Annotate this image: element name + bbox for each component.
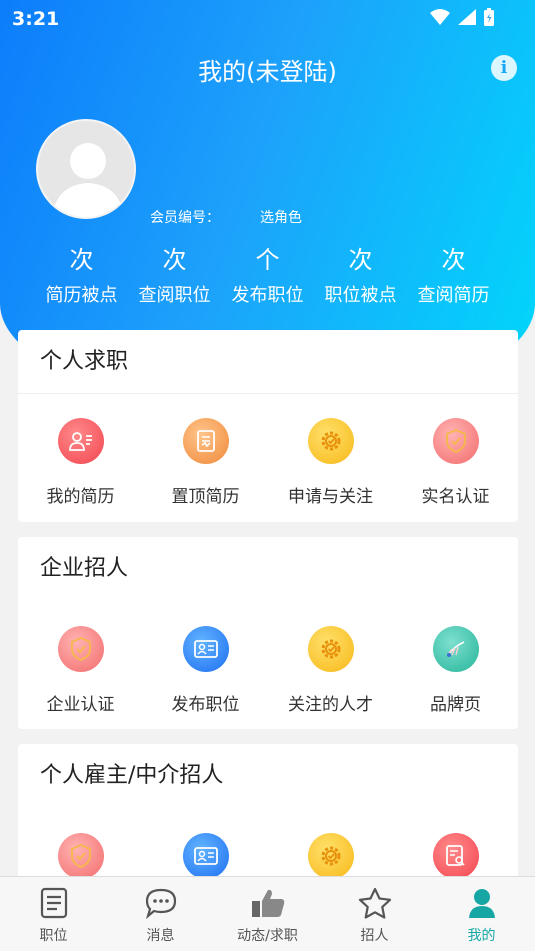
item-label: 品牌页 bbox=[430, 695, 481, 715]
stat-unit: 次 bbox=[348, 246, 373, 274]
item-label: 置顶简历 bbox=[171, 487, 240, 507]
post-job-button[interactable]: 发布职位 bbox=[143, 626, 268, 715]
stat-label: 简历被点 bbox=[45, 285, 118, 306]
applications-follows-button[interactable]: 申请与关注 bbox=[268, 418, 393, 507]
star-icon bbox=[358, 887, 391, 919]
page-title: 我的(未登陆) bbox=[198, 58, 337, 86]
resume-icon bbox=[57, 418, 104, 464]
grid-item[interactable] bbox=[18, 833, 143, 879]
shield-icon bbox=[57, 626, 104, 672]
divider bbox=[18, 393, 518, 394]
default-avatar-icon bbox=[52, 143, 124, 217]
grid-item[interactable] bbox=[143, 833, 268, 879]
nav-label: 消息 bbox=[146, 928, 175, 944]
nav-label: 职位 bbox=[39, 928, 68, 944]
nav-messages[interactable]: 消息 bbox=[107, 877, 214, 951]
nav-label: 招人 bbox=[360, 928, 389, 944]
wifi-icon bbox=[430, 9, 450, 25]
nav-mine[interactable]: 我的 bbox=[428, 877, 535, 951]
section-title: 个人雇主/中介招人 bbox=[40, 763, 224, 788]
status-icons bbox=[429, 7, 495, 27]
section-company-hiring: 企业招人 企业认证 发布职位 关注的人才 品牌页 bbox=[18, 537, 518, 729]
my-resume-button[interactable]: 我的简历 bbox=[18, 418, 143, 507]
stat-posted-jobs[interactable]: 个 发布职位 bbox=[221, 243, 314, 307]
stat-label: 查阅简历 bbox=[417, 285, 490, 306]
stat-viewed-resumes[interactable]: 次 查阅简历 bbox=[407, 243, 500, 307]
thumbs-up-icon bbox=[251, 889, 284, 917]
stat-unit: 次 bbox=[69, 246, 94, 274]
item-label: 发布职位 bbox=[171, 695, 240, 715]
followed-talent-button[interactable]: 关注的人才 bbox=[268, 626, 393, 715]
stat-label: 发布职位 bbox=[231, 285, 304, 306]
nav-hire[interactable]: 招人 bbox=[321, 877, 428, 951]
id-card-icon bbox=[182, 833, 229, 879]
item-label: 实名认证 bbox=[421, 487, 490, 507]
item-label: 申请与关注 bbox=[288, 487, 373, 507]
stats-row: 次 简历被点 次 查阅职位 个 发布职位 次 职位被点 次 查阅简历 bbox=[35, 243, 500, 307]
section-title: 企业招人 bbox=[40, 556, 129, 581]
gear-icon bbox=[307, 833, 354, 879]
section-grid: 我的简历 置顶简历 申请与关注 实名认证 bbox=[18, 418, 518, 507]
stat-unit: 次 bbox=[441, 246, 466, 274]
section-title: 个人求职 bbox=[40, 349, 129, 374]
stat-unit: 次 bbox=[162, 246, 187, 274]
person-icon bbox=[468, 889, 495, 918]
brand-page-button[interactable]: 品牌页 bbox=[393, 626, 518, 715]
signal-icon bbox=[458, 9, 476, 25]
stat-resume-clicks[interactable]: 次 简历被点 bbox=[35, 243, 128, 307]
shield-icon bbox=[432, 418, 479, 464]
grid-item[interactable] bbox=[268, 833, 393, 879]
document-icon bbox=[182, 418, 229, 464]
item-label: 关注的人才 bbox=[288, 695, 373, 715]
id-card-icon bbox=[182, 626, 229, 672]
nav-jobs[interactable]: 职位 bbox=[0, 877, 107, 951]
my-page-screen: 3:21 我的(未登陆) i 会员编号： 选角色 次 简历被点 次 查阅职位 个… bbox=[0, 0, 535, 951]
nav-feed[interactable]: 动态/求职 bbox=[214, 877, 321, 951]
stat-label: 职位被点 bbox=[324, 285, 397, 306]
info-icon[interactable]: i bbox=[491, 55, 517, 81]
section-job-seeking: 个人求职 我的简历 置顶简历 申请与关注 实名认证 bbox=[18, 330, 518, 522]
member-number-label: 会员编号： bbox=[150, 210, 220, 226]
gear-icon bbox=[307, 418, 354, 464]
job-list-icon bbox=[40, 887, 67, 919]
nav-label: 动态/求职 bbox=[237, 928, 298, 944]
select-role-link[interactable]: 选角色 bbox=[260, 207, 302, 227]
status-bar: 3:21 bbox=[0, 0, 535, 38]
chat-icon bbox=[145, 888, 176, 920]
bottom-navigation: 职位 消息 动态/求职 招人 我的 bbox=[0, 876, 535, 951]
section-grid: 企业认证 发布职位 关注的人才 品牌页 bbox=[18, 626, 518, 715]
stat-unit: 个 bbox=[255, 246, 280, 274]
top-resume-button[interactable]: 置顶简历 bbox=[143, 418, 268, 507]
shield-icon bbox=[57, 833, 104, 879]
item-label: 我的简历 bbox=[46, 487, 115, 507]
grid-item[interactable] bbox=[393, 833, 518, 879]
avatar[interactable] bbox=[36, 119, 136, 219]
status-time: 3:21 bbox=[12, 8, 60, 30]
battery-icon bbox=[484, 8, 494, 26]
company-verify-button[interactable]: 企业认证 bbox=[18, 626, 143, 715]
stat-job-clicks[interactable]: 次 职位被点 bbox=[314, 243, 407, 307]
section-grid bbox=[18, 833, 518, 879]
stat-viewed-jobs[interactable]: 次 查阅职位 bbox=[128, 243, 221, 307]
gear-icon bbox=[307, 626, 354, 672]
nav-label: 我的 bbox=[467, 928, 496, 944]
item-label: 企业认证 bbox=[46, 695, 115, 715]
brand-icon bbox=[432, 626, 479, 672]
resume-search-icon bbox=[432, 833, 479, 879]
realname-verify-button[interactable]: 实名认证 bbox=[393, 418, 518, 507]
stat-label: 查阅职位 bbox=[138, 285, 211, 306]
